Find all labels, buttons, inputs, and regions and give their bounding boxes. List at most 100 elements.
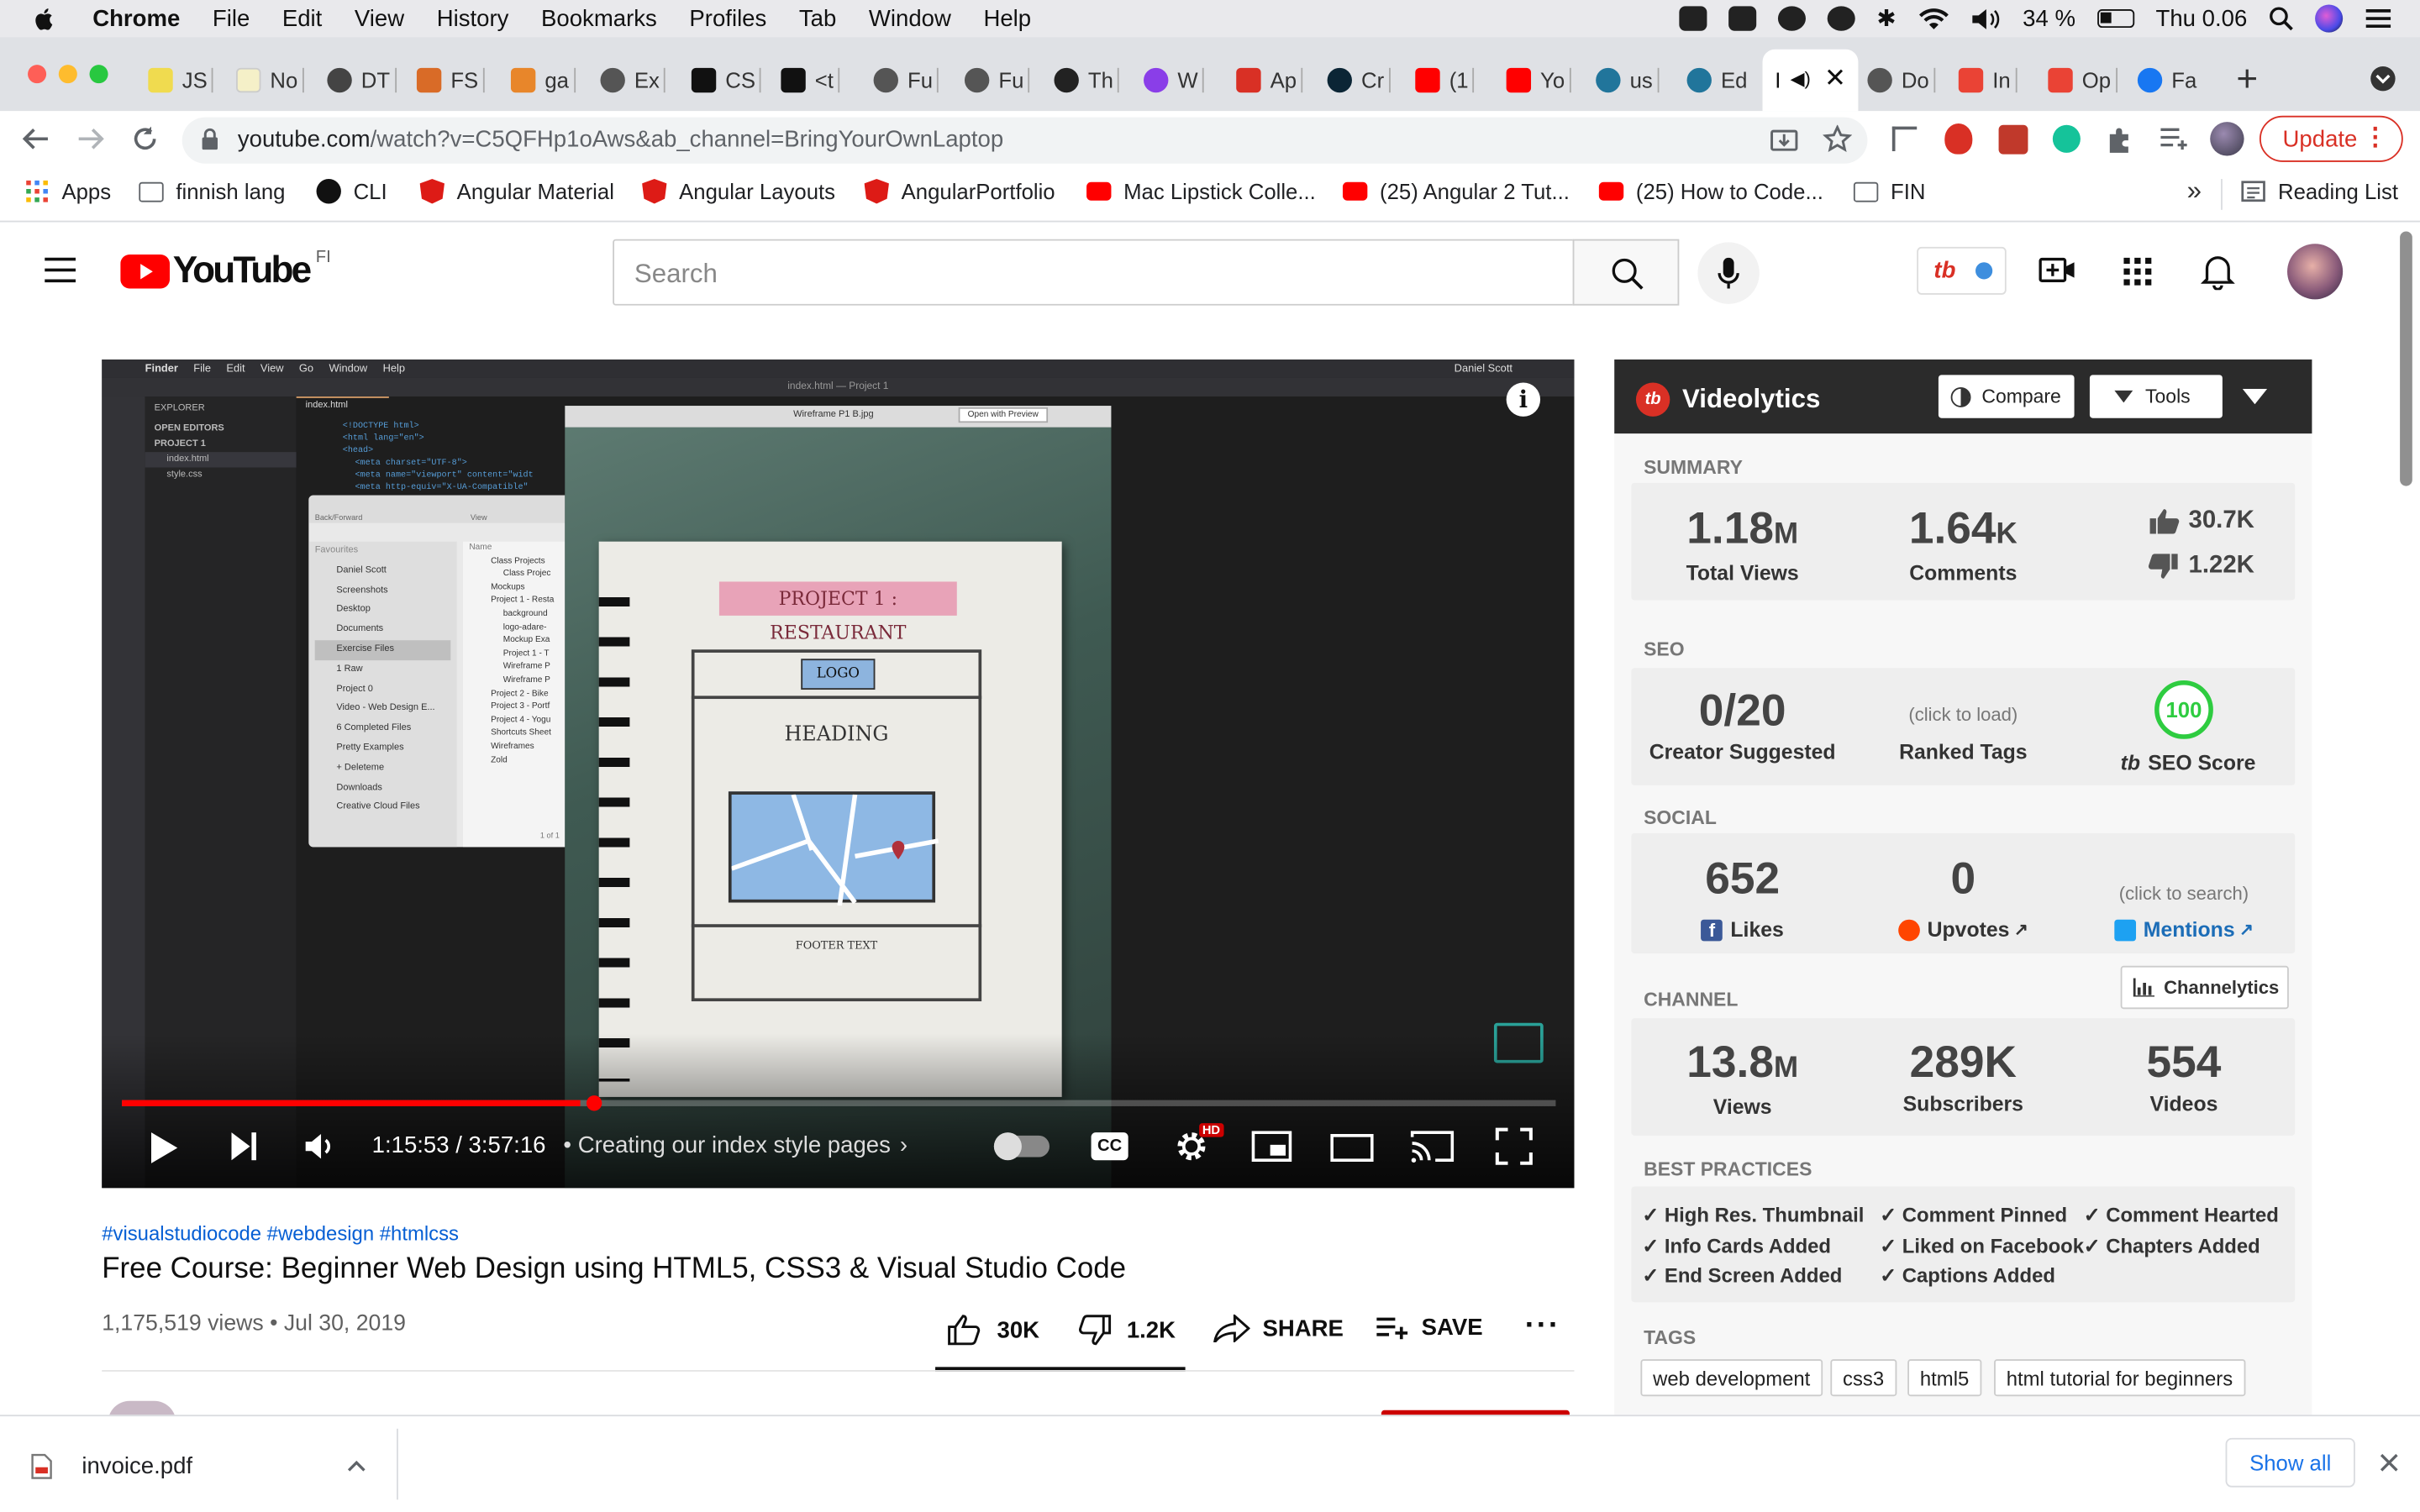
page-scrollbar-thumb[interactable] — [2400, 231, 2412, 486]
tubebuddy-header-button[interactable]: tb — [1917, 246, 2007, 295]
bookmark-item[interactable]: Angular Material — [419, 179, 614, 204]
battery-icon[interactable] — [2096, 9, 2134, 29]
browser-tab[interactable]: Yo — [1506, 61, 1571, 98]
bookmark-item[interactable]: (25) How to Code... — [1598, 179, 1823, 203]
search-button[interactable] — [1572, 239, 1680, 306]
wifi-icon[interactable] — [1918, 7, 1949, 30]
menubar-creative-cloud-icon[interactable] — [1777, 6, 1806, 31]
browser-tab[interactable]: FS — [416, 61, 485, 98]
browser-tab[interactable]: CS — [691, 61, 762, 98]
volume-icon[interactable] — [1970, 7, 2002, 30]
browser-tab[interactable]: DT — [327, 61, 397, 98]
browser-tab[interactable]: No — [236, 61, 304, 98]
extension-adblock-icon[interactable] — [1944, 123, 1973, 155]
update-button[interactable]: Update ⋮ — [2259, 115, 2403, 162]
menu-help[interactable]: Help — [983, 5, 1031, 31]
subtitles-cc-icon[interactable]: CC — [1091, 1132, 1128, 1161]
voice-search-button[interactable] — [1697, 242, 1760, 304]
search-input[interactable]: Search — [613, 239, 1575, 306]
collapse-panel-icon[interactable] — [2242, 388, 2268, 405]
apple-icon[interactable] — [31, 5, 59, 33]
video-tag[interactable]: css3 — [1830, 1359, 1897, 1397]
browser-tab[interactable]: JS — [148, 61, 214, 98]
back-arrow-icon[interactable] — [22, 127, 50, 151]
extension-tubebuddy-icon[interactable] — [1998, 124, 2028, 155]
menubar-app-icon[interactable] — [1679, 6, 1707, 31]
close-downloads-icon[interactable] — [2380, 1453, 2398, 1472]
window-minimize-button[interactable] — [58, 65, 77, 84]
notifications-bell-icon[interactable] — [2201, 253, 2235, 291]
video-tag[interactable]: web development — [1640, 1359, 1823, 1397]
forward-arrow-icon[interactable] — [77, 127, 105, 151]
reddit-upvotes-label[interactable]: Upvotes ↗ — [1870, 918, 2055, 941]
more-actions-icon[interactable]: ··· — [1525, 1309, 1560, 1344]
fullscreen-icon[interactable] — [1495, 1127, 1533, 1165]
show-all-downloads-button[interactable]: Show all — [2225, 1437, 2355, 1488]
miniplayer-icon[interactable] — [1251, 1131, 1292, 1163]
bookmarks-overflow-chevron[interactable]: » — [2187, 176, 2202, 207]
apps-grid-icon[interactable] — [2123, 257, 2152, 286]
install-app-icon[interactable] — [1770, 127, 1798, 155]
profile-avatar[interactable] — [2210, 122, 2244, 156]
video-tag[interactable]: html tutorial for beginners — [1994, 1359, 2245, 1397]
seo-score-gauge[interactable]: 100 — [2154, 680, 2213, 739]
reading-queue-icon[interactable] — [2160, 127, 2189, 151]
bookmark-star-icon[interactable] — [1823, 124, 1853, 153]
window-zoom-button[interactable] — [89, 65, 108, 84]
bookmark-item[interactable]: (25) Angular 2 Tut... — [1342, 179, 1570, 203]
theater-mode-icon[interactable] — [1330, 1133, 1374, 1163]
bookmark-item[interactable]: Mac Lipstick Colle... — [1086, 179, 1316, 203]
bookmark-folder[interactable]: finnish lang — [139, 179, 285, 203]
browser-tab[interactable]: Ex — [600, 61, 666, 98]
play-icon[interactable] — [148, 1131, 179, 1164]
info-card-icon[interactable]: i — [1506, 382, 1541, 417]
browser-tab[interactable]: W — [1144, 61, 1205, 98]
tools-button[interactable]: Tools — [2089, 375, 2223, 418]
browser-tab[interactable]: Ed — [1686, 61, 1747, 98]
browser-tab[interactable]: Op — [2048, 61, 2118, 98]
menu-view[interactable]: View — [355, 5, 404, 31]
bluetooth-icon[interactable]: ✱ — [1876, 5, 1896, 33]
dislike-button[interactable]: 1.2K — [1077, 1315, 1176, 1346]
download-item[interactable]: invoice.pdf — [31, 1447, 397, 1484]
menu-file[interactable]: File — [213, 5, 250, 31]
spotlight-search-icon[interactable] — [2269, 6, 2293, 31]
browser-tab[interactable]: Fu — [873, 61, 939, 98]
siri-icon[interactable] — [2315, 4, 2344, 33]
ranked-tags-hint[interactable]: (click to load) — [1870, 704, 2055, 726]
browser-tab[interactable]: Ap — [1236, 61, 1303, 98]
channelytics-button[interactable]: Channelytics — [2120, 965, 2289, 1010]
browser-tab[interactable]: Fa — [2137, 61, 2196, 98]
mentions-hint[interactable]: (click to search) — [2091, 883, 2276, 905]
compare-button[interactable]: Compare — [1938, 375, 2075, 418]
browser-tab[interactable]: Do — [1867, 61, 1936, 98]
progress-scrubber[interactable] — [586, 1095, 602, 1111]
browser-tab[interactable]: Cr — [1327, 61, 1391, 98]
video-hashtags[interactable]: #visualstudiocode #webdesign #htmlcss — [102, 1222, 459, 1246]
video-tag[interactable]: html5 — [1907, 1359, 1981, 1397]
create-video-icon[interactable] — [2039, 255, 2075, 286]
extension-grammarly-icon[interactable] — [2052, 124, 2081, 153]
extensions-puzzle-icon[interactable] — [2105, 125, 2134, 155]
volume-icon[interactable] — [304, 1131, 335, 1162]
bookmark-item[interactable]: CLI — [316, 179, 387, 204]
browser-tab[interactable]: (1 — [1415, 61, 1475, 98]
menu-history[interactable]: History — [437, 5, 509, 31]
share-button[interactable]: SHARE — [1213, 1314, 1344, 1342]
next-video-icon[interactable] — [229, 1131, 260, 1162]
browser-tab[interactable]: <t — [781, 61, 840, 98]
bookmark-folder[interactable]: FIN — [1853, 179, 1925, 203]
clock[interactable]: Thu 0.06 — [2156, 5, 2248, 31]
browser-tab[interactable]: ga — [510, 61, 576, 98]
url-text[interactable]: youtube.com/watch?v=C5QFHp1oAws&ab_chann… — [238, 127, 1003, 153]
menubar-camera-icon[interactable] — [1728, 6, 1757, 31]
video-player[interactable]: Finder File Edit View Go Window Help Dan… — [102, 359, 1575, 1189]
browser-tab[interactable]: Th — [1054, 61, 1120, 98]
youtube-logo[interactable]: YouTube FI — [120, 249, 331, 293]
menu-edit[interactable]: Edit — [282, 5, 322, 31]
bookmark-item[interactable]: AngularPortfolio — [864, 179, 1055, 204]
new-tab-button[interactable]: + — [2236, 59, 2258, 102]
audio-playing-icon[interactable]: ◀) — [1791, 68, 1811, 90]
control-center-icon[interactable] — [2365, 8, 2392, 29]
chevron-up-icon[interactable] — [347, 1460, 366, 1473]
